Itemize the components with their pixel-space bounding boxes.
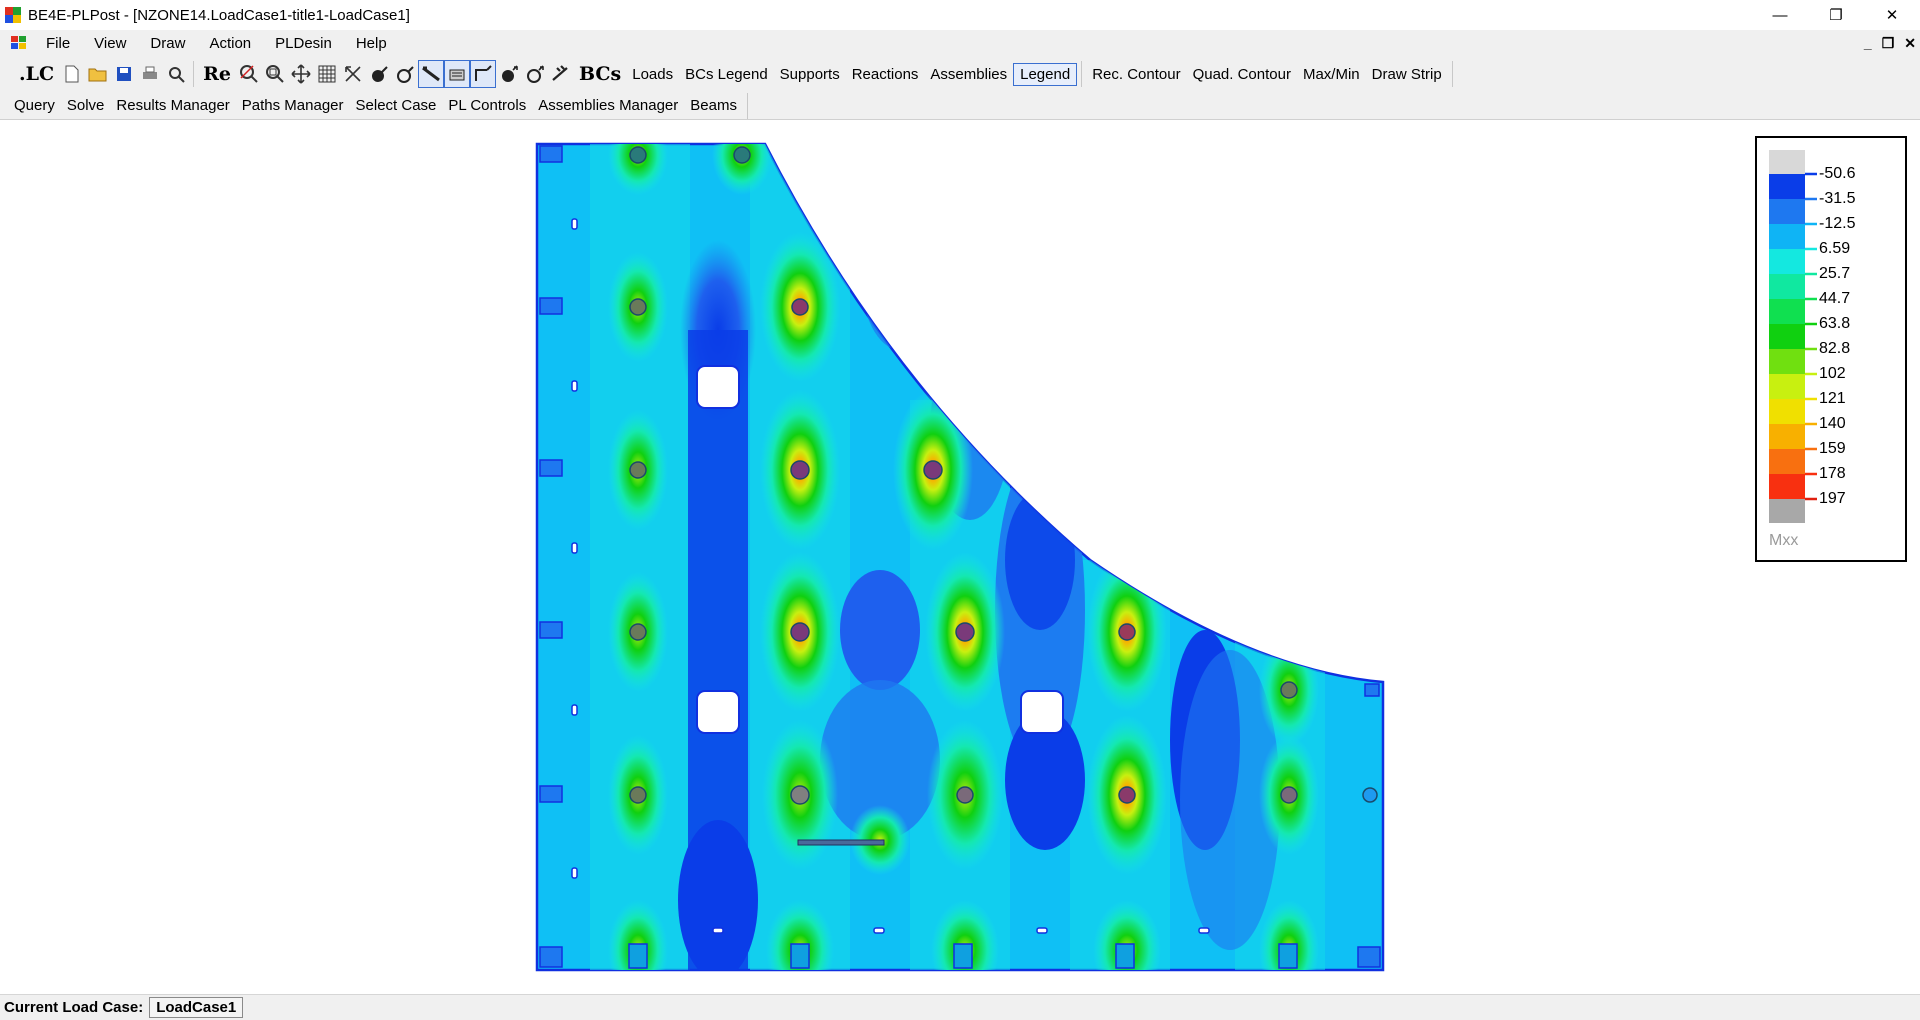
menu-action[interactable]: Action — [197, 35, 263, 52]
line-load-icon[interactable] — [548, 60, 574, 88]
close-button[interactable]: ✕ — [1864, 0, 1920, 30]
toolbar-separator — [1451, 61, 1453, 87]
menu-draw[interactable]: Draw — [138, 35, 197, 52]
grid-icon[interactable] — [314, 60, 340, 88]
legend-level: -50.6 — [1819, 165, 1856, 182]
save-icon[interactable] — [111, 60, 137, 88]
draw-strip-button[interactable]: Draw Strip — [1366, 64, 1448, 85]
print-preview-icon[interactable] — [163, 60, 189, 88]
secondary-toolbar: Query Solve Results Manager Paths Manage… — [0, 92, 1920, 120]
toolbar-separator — [1081, 61, 1083, 87]
dimension-icon[interactable] — [340, 60, 366, 88]
pan-icon[interactable] — [288, 60, 314, 88]
mdi-restore-button[interactable]: ❐ — [1882, 35, 1895, 52]
menu-file[interactable]: File — [34, 35, 82, 52]
solve-button[interactable]: Solve — [61, 95, 111, 116]
point-support-icon[interactable] — [496, 60, 522, 88]
new-file-icon[interactable] — [59, 60, 85, 88]
status-bar: Current Load Case: LoadCase1 — [0, 994, 1920, 1020]
menu-bar: File View Draw Action PLDesin Help _ ❐ ✕ — [0, 30, 1920, 56]
app-icon — [5, 7, 21, 23]
restore-button[interactable]: ❐ — [1808, 0, 1864, 30]
quad-contour-button[interactable]: Quad. Contour — [1187, 64, 1297, 85]
mdi-minimize-button[interactable]: _ — [1864, 35, 1872, 51]
rec-contour-button[interactable]: Rec. Contour — [1086, 64, 1186, 85]
open-folder-icon[interactable] — [85, 60, 111, 88]
slab-opening — [696, 365, 740, 409]
title-bar: BE4E-PLPost - [NZONE14.LoadCase1-title1-… — [0, 0, 1920, 30]
current-load-case-value[interactable]: LoadCase1 — [149, 997, 244, 1018]
drawing-canvas[interactable]: -50.6 -31.5 -12.5 6.59 25.7 44.7 63.8 82… — [0, 121, 1920, 987]
legend-button[interactable]: Legend — [1013, 62, 1078, 86]
window-title: BE4E-PLPost - [NZONE14.LoadCase1-title1-… — [28, 6, 410, 24]
mdi-close-button[interactable]: ✕ — [1904, 35, 1916, 52]
legend-box: -50.6 -31.5 -12.5 6.59 25.7 44.7 63.8 82… — [1755, 136, 1907, 562]
legend-level: -31.5 — [1819, 190, 1856, 207]
legend-level: 44.7 — [1819, 290, 1851, 307]
slab-edge-icon[interactable] — [470, 60, 496, 88]
slab-opening — [696, 690, 740, 734]
assemblies-manager-button[interactable]: Assemblies Manager — [532, 95, 684, 116]
mdi-doc-icon[interactable] — [10, 35, 28, 51]
query-button[interactable]: Query — [8, 95, 61, 116]
paths-manager-button[interactable]: Paths Manager — [236, 95, 350, 116]
toolbar-separator — [193, 61, 195, 87]
legend-level: 121 — [1819, 390, 1846, 407]
toolbar-separator — [746, 92, 748, 119]
legend-level: 82.8 — [1819, 340, 1851, 357]
current-load-case-label: Current Load Case: — [4, 999, 144, 1016]
slab-opening — [1020, 690, 1064, 734]
menu-pldesin[interactable]: PLDesin — [263, 35, 344, 52]
legend-level: 6.59 — [1819, 240, 1851, 257]
legend-level: -12.5 — [1819, 215, 1856, 232]
bcs-button[interactable]: BCs — [574, 60, 626, 88]
main-toolbar: .LC Re BCs Loads BCs Legend Supports Rea… — [0, 56, 1920, 92]
contour-fill — [590, 144, 1325, 970]
legend-level: 178 — [1819, 465, 1846, 482]
results-manager-button[interactable]: Results Manager — [110, 95, 235, 116]
legend-level: 63.8 — [1819, 315, 1851, 332]
assemblies-button[interactable]: Assemblies — [924, 64, 1013, 85]
load-case-button[interactable]: .LC — [14, 60, 59, 88]
beams-button[interactable]: Beams — [684, 95, 743, 116]
zoom-window-icon[interactable] — [236, 60, 262, 88]
menu-view[interactable]: View — [82, 35, 138, 52]
wall-icon[interactable] — [444, 60, 470, 88]
legend-level: 25.7 — [1819, 265, 1851, 282]
bcs-legend-button[interactable]: BCs Legend — [679, 64, 774, 85]
contour-plot[interactable] — [0, 121, 1920, 987]
column-filled-icon[interactable] — [366, 60, 392, 88]
menu-help[interactable]: Help — [344, 35, 399, 52]
beam-line-icon[interactable] — [418, 60, 444, 88]
select-case-button[interactable]: Select Case — [350, 95, 443, 116]
reactions-button[interactable]: Reactions — [846, 64, 925, 85]
point-load-icon[interactable] — [522, 60, 548, 88]
column-open-icon[interactable] — [392, 60, 418, 88]
minimize-button[interactable]: — — [1752, 0, 1808, 30]
print-icon[interactable] — [137, 60, 163, 88]
supports-button[interactable]: Supports — [774, 64, 846, 85]
legend-title: Mxx — [1769, 532, 1799, 549]
legend-level: 159 — [1819, 440, 1846, 457]
pl-controls-button[interactable]: PL Controls — [442, 95, 532, 116]
loads-button[interactable]: Loads — [626, 64, 679, 85]
legend-level: 102 — [1819, 365, 1846, 382]
legend-level: 197 — [1819, 490, 1846, 507]
max-min-button[interactable]: Max/Min — [1297, 64, 1366, 85]
zoom-extents-icon[interactable] — [262, 60, 288, 88]
legend-level: 140 — [1819, 415, 1846, 432]
redraw-button[interactable]: Re — [198, 60, 236, 88]
beam — [797, 839, 885, 846]
